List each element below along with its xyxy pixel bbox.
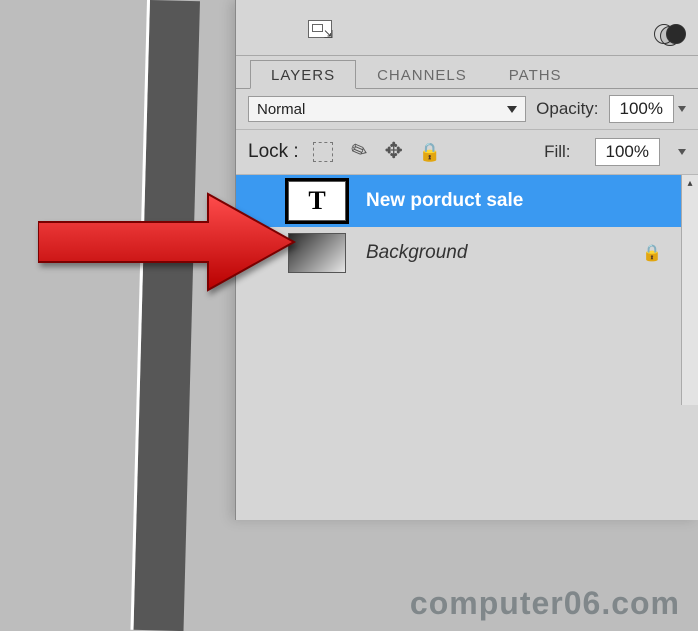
layer-background-thumbnail[interactable] (288, 233, 346, 273)
lock-transparency-icon[interactable] (313, 142, 333, 162)
layers-list-area: T New porduct sale Background 🔒 ▴ (236, 175, 698, 405)
layer-text[interactable]: T New porduct sale (236, 175, 698, 227)
fill-label: Fill: (544, 142, 570, 162)
layer-text-name[interactable]: New porduct sale (366, 190, 523, 212)
panel-top-strip (236, 0, 698, 56)
fill-flyout-icon[interactable] (678, 149, 686, 155)
lock-pixels-icon[interactable]: ✎ (343, 137, 373, 167)
layer-background[interactable]: Background 🔒 (236, 227, 698, 279)
visibility-eye-icon[interactable] (248, 245, 270, 262)
layer-background-name[interactable]: Background (366, 242, 467, 264)
opacity-label: Opacity: (536, 99, 598, 119)
blend-mode-value: Normal (257, 101, 305, 118)
lock-fill-row: Lock : ✎ ✥ 🔒 Fill: 100% (236, 130, 698, 175)
collapse-panel-icon[interactable] (308, 20, 332, 38)
lock-position-icon[interactable]: ✥ (383, 140, 405, 162)
lock-label: Lock : (248, 141, 299, 163)
type-layer-icon: T (308, 186, 325, 216)
canvas-edge (134, 0, 200, 631)
adjustment-circles-icon[interactable] (654, 24, 684, 46)
opacity-value[interactable]: 100% (609, 95, 674, 123)
background-lock-icon: 🔒 (642, 243, 662, 263)
panel-tabs: LAYERS CHANNELS PATHS (236, 56, 698, 89)
tab-paths[interactable]: PATHS (488, 60, 583, 89)
blend-opacity-row: Normal Opacity: 100% (236, 89, 698, 130)
opacity-flyout-icon[interactable] (678, 106, 686, 112)
scrollbar[interactable]: ▴ (681, 175, 698, 405)
chevron-down-icon (507, 106, 517, 113)
lock-all-icon[interactable]: 🔒 (419, 141, 441, 163)
layer-text-thumbnail[interactable]: T (288, 181, 346, 221)
scroll-up-icon[interactable]: ▴ (682, 175, 698, 191)
tab-channels[interactable]: CHANNELS (356, 60, 488, 89)
layers-panel: LAYERS CHANNELS PATHS Normal Opacity: 10… (235, 0, 698, 520)
tab-layers[interactable]: LAYERS (250, 60, 356, 89)
blend-mode-select[interactable]: Normal (248, 96, 526, 122)
watermark-text: computer06.com (410, 585, 680, 622)
fill-value[interactable]: 100% (595, 138, 660, 166)
layers-list: T New porduct sale Background 🔒 (236, 175, 698, 279)
